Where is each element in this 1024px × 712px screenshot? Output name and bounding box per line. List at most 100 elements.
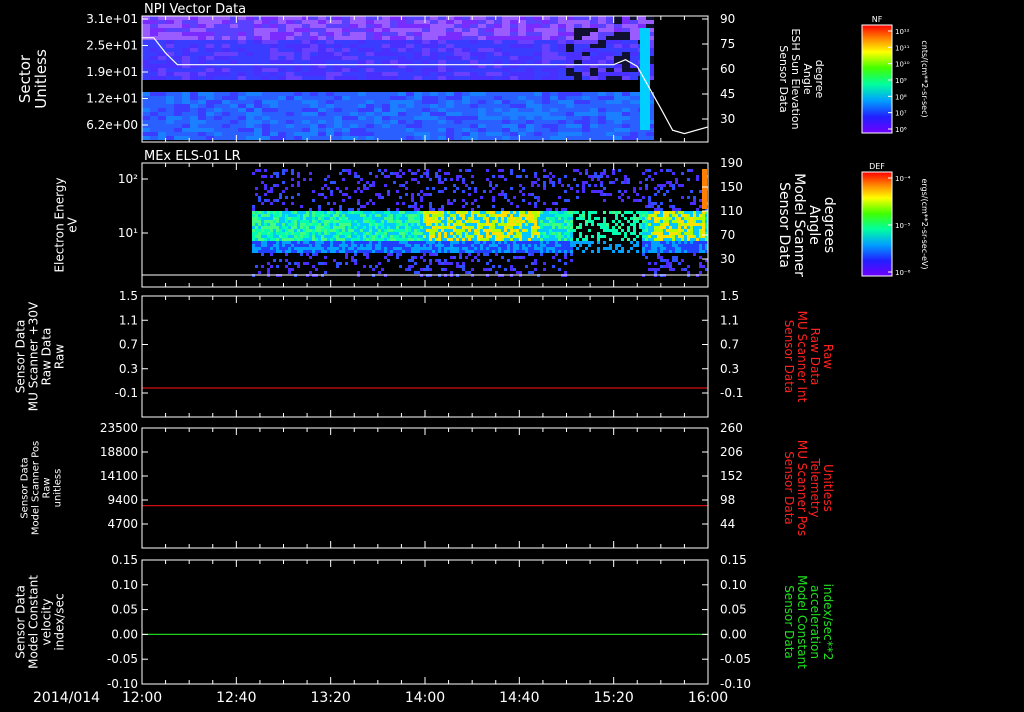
els-heatmap-cell bbox=[549, 244, 552, 247]
npi-heatmap-cell bbox=[398, 24, 406, 28]
els-heatmap-cell bbox=[522, 226, 525, 229]
els-heatmap-cell bbox=[318, 211, 321, 214]
els-heatmap-cell bbox=[369, 184, 372, 187]
npi-heatmap-cell bbox=[262, 136, 270, 140]
els-heatmap-cell bbox=[537, 211, 540, 214]
npi-heatmap-cell bbox=[614, 116, 622, 120]
npi-heatmap-cell bbox=[414, 92, 422, 96]
els-heatmap-cell bbox=[342, 244, 345, 247]
npi-heatmap-cell bbox=[510, 32, 518, 36]
els-heatmap-cell bbox=[348, 169, 351, 172]
npi-heatmap-cell bbox=[414, 44, 422, 48]
npi-heatmap-cell bbox=[414, 100, 422, 104]
els-heatmap-cell bbox=[399, 250, 402, 253]
els-heatmap-cell bbox=[525, 214, 528, 217]
y-axis-label-right: Sensor Data bbox=[776, 182, 792, 268]
els-heatmap-cell bbox=[354, 262, 357, 265]
els-heatmap-cell bbox=[438, 190, 441, 193]
npi-heatmap-cell bbox=[478, 96, 486, 100]
els-heatmap-cell bbox=[360, 241, 363, 244]
els-heatmap-cell bbox=[648, 202, 651, 205]
els-heatmap-cell bbox=[420, 238, 423, 241]
npi-heatmap-cell bbox=[326, 56, 334, 60]
els-heatmap-cell bbox=[696, 226, 699, 229]
npi-heatmap-cell bbox=[390, 92, 398, 96]
colorbar-label: NF bbox=[872, 15, 883, 24]
els-heatmap-cell bbox=[405, 226, 408, 229]
npi-heatmap-cell bbox=[526, 104, 534, 108]
npi-heatmap-cell bbox=[198, 52, 206, 56]
npi-heatmap-cell bbox=[350, 32, 358, 36]
els-heatmap-cell bbox=[321, 262, 324, 265]
els-heatmap-cell bbox=[462, 244, 465, 247]
els-heatmap-cell bbox=[408, 265, 411, 268]
els-heatmap-cell bbox=[498, 241, 501, 244]
els-heatmap-cell bbox=[381, 172, 384, 175]
els-heatmap-cell bbox=[261, 235, 264, 238]
npi-heatmap-cell bbox=[582, 108, 590, 112]
els-heatmap-cell bbox=[693, 196, 696, 199]
npi-heatmap-cell bbox=[174, 128, 182, 132]
els-heatmap-cell bbox=[360, 223, 363, 226]
npi-heatmap-cell bbox=[214, 48, 222, 52]
npi-heatmap-cell bbox=[310, 112, 318, 116]
els-heatmap-cell bbox=[663, 244, 666, 247]
npi-heatmap-cell bbox=[238, 132, 246, 136]
els-heatmap-cell bbox=[591, 241, 594, 244]
npi-heatmap-cell bbox=[174, 104, 182, 108]
npi-heatmap-cell bbox=[310, 76, 318, 80]
npi-heatmap-cell bbox=[630, 56, 638, 60]
npi-heatmap-cell bbox=[374, 20, 382, 24]
npi-heatmap-cell bbox=[238, 32, 246, 36]
npi-heatmap-cell bbox=[374, 116, 382, 120]
els-heatmap-cell bbox=[702, 265, 705, 268]
els-heatmap-cell bbox=[543, 262, 546, 265]
npi-heatmap-cell bbox=[214, 128, 222, 132]
els-heatmap-cell bbox=[288, 250, 291, 253]
els-heatmap-cell bbox=[531, 223, 534, 226]
npi-heatmap-cell bbox=[326, 44, 334, 48]
els-heatmap-cell bbox=[297, 238, 300, 241]
npi-heatmap-cell bbox=[478, 112, 486, 116]
npi-heatmap-cell bbox=[382, 96, 390, 100]
els-heatmap-cell bbox=[672, 235, 675, 238]
npi-heatmap-cell bbox=[582, 124, 590, 128]
els-heatmap-cell bbox=[519, 211, 522, 214]
npi-heatmap-cell bbox=[174, 96, 182, 100]
els-heatmap-cell bbox=[258, 214, 261, 217]
els-heatmap-cell bbox=[414, 262, 417, 265]
els-heatmap-cell bbox=[291, 268, 294, 271]
els-heatmap-cell bbox=[267, 262, 270, 265]
els-heatmap-cell bbox=[666, 244, 669, 247]
y-tick-label-left: 18800 bbox=[100, 445, 138, 459]
els-heatmap-cell bbox=[417, 211, 420, 214]
npi-heatmap-cell bbox=[310, 40, 318, 44]
els-heatmap-cell bbox=[348, 247, 351, 250]
npi-heatmap-cell bbox=[518, 72, 526, 76]
npi-heatmap-cell bbox=[222, 132, 230, 136]
els-heatmap-cell bbox=[615, 232, 618, 235]
els-heatmap-cell bbox=[285, 259, 288, 262]
npi-heatmap-cell bbox=[358, 56, 366, 60]
els-heatmap-cell bbox=[699, 229, 702, 232]
npi-heatmap-cell bbox=[430, 32, 438, 36]
npi-heatmap-cell bbox=[430, 28, 438, 32]
npi-heatmap-cell bbox=[574, 60, 582, 64]
els-heatmap-cell bbox=[660, 217, 663, 220]
els-heatmap-cell bbox=[654, 262, 657, 265]
els-heatmap-cell bbox=[645, 178, 648, 181]
npi-heatmap-cell bbox=[206, 120, 214, 124]
npi-heatmap-cell bbox=[566, 72, 574, 76]
npi-heatmap-cell bbox=[190, 36, 198, 40]
els-heatmap-cell bbox=[306, 244, 309, 247]
y-axis-label-left: Raw Data bbox=[40, 328, 54, 386]
npi-heatmap-cell bbox=[478, 104, 486, 108]
colorbar-unit: ergs/(cm**2-sr-sec-eV) bbox=[920, 178, 929, 269]
els-heatmap-cell bbox=[465, 220, 468, 223]
els-heatmap-cell bbox=[585, 238, 588, 241]
els-heatmap-cell bbox=[618, 220, 621, 223]
els-heatmap-cell bbox=[504, 241, 507, 244]
npi-heatmap-cell bbox=[462, 136, 470, 140]
npi-heatmap-cell bbox=[214, 100, 222, 104]
els-heatmap-cell bbox=[534, 196, 537, 199]
